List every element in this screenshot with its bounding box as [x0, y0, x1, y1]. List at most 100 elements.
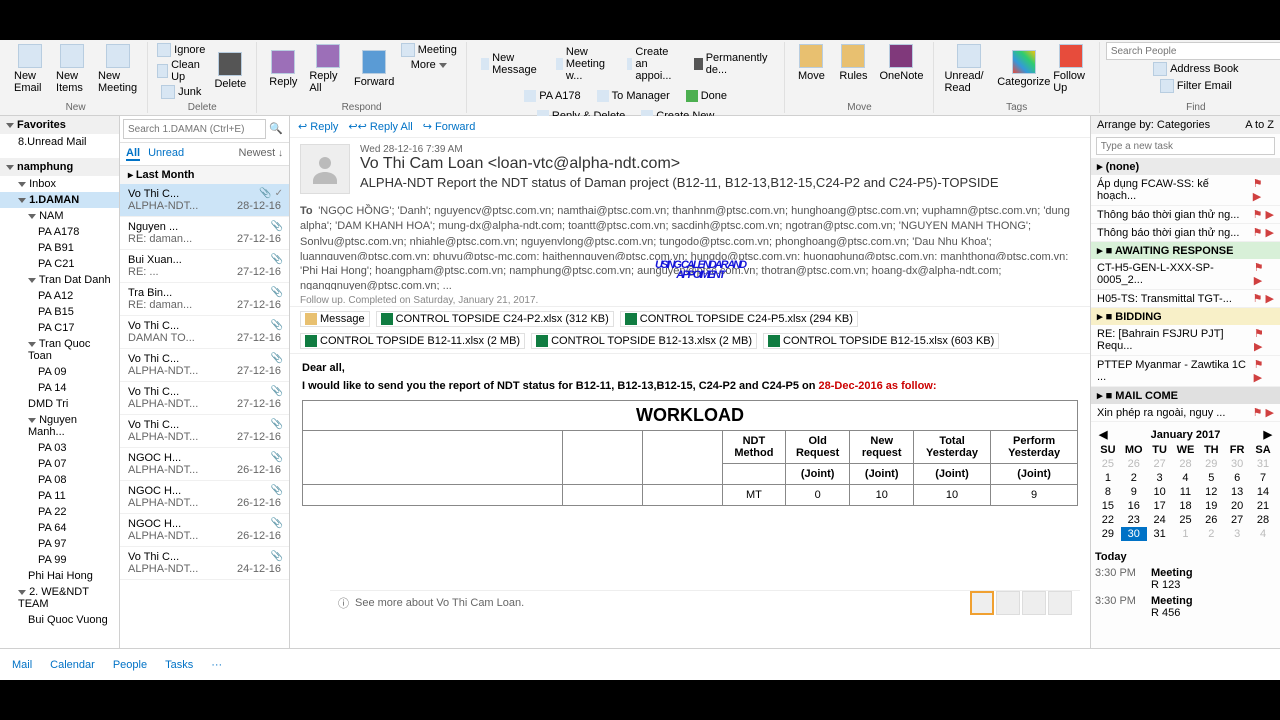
cal-day[interactable]: 17 [1147, 499, 1173, 513]
nav-folder[interactable]: PA 64 [0, 520, 119, 536]
cal-day[interactable]: 29 [1198, 457, 1224, 471]
attachment-item[interactable]: CONTROL TOPSIDE B12-13.xlsx (2 MB) [531, 333, 757, 349]
att-message[interactable]: Message [300, 311, 370, 327]
nav-folder[interactable]: PA 14 [0, 380, 119, 396]
cal-day[interactable]: 25 [1095, 457, 1121, 471]
nav-folder[interactable]: PA 09 [0, 364, 119, 380]
cal-next[interactable]: ▶ [1264, 428, 1272, 441]
task-item[interactable]: CT-H5-GEN-L-XXX-SP-0005_2...⚑ ▶ [1091, 259, 1280, 290]
nav-folder[interactable]: PA 22 [0, 504, 119, 520]
message-item[interactable]: Vo Thi C...DAMAN TO...27-12-16📎 [120, 316, 289, 349]
task-item[interactable]: Xin phép ra ngoài, nguy ...⚑ ▶ [1091, 404, 1280, 422]
task-item[interactable]: Áp dụng FCAW-SS: kế hoạch...⚑ ▶ [1091, 175, 1280, 206]
cal-day[interactable]: 2 [1121, 471, 1147, 485]
nav-tqt[interactable]: Tran Quoc Toan [0, 336, 119, 364]
task-item[interactable]: Thông báo thời gian thử ng...⚑ ▶ [1091, 224, 1280, 242]
unread-button[interactable]: Unread/ Read [940, 42, 998, 96]
cal-day[interactable]: 5 [1198, 471, 1224, 485]
cal-day[interactable]: 4 [1173, 471, 1199, 485]
cal-day[interactable]: 24 [1147, 513, 1173, 527]
new-email-button[interactable]: New Email [10, 42, 50, 96]
new-task-input[interactable] [1096, 137, 1276, 155]
cal-day[interactable]: 1 [1173, 527, 1199, 541]
nav-folder[interactable]: PA 08 [0, 472, 119, 488]
cal-day[interactable]: 25 [1173, 513, 1199, 527]
qs-new-meeting[interactable]: New Meeting w... [550, 44, 616, 84]
new-items-button[interactable]: New Items [52, 42, 92, 96]
cal-day[interactable]: 4 [1250, 527, 1276, 541]
cal-day[interactable]: 30 [1121, 527, 1147, 541]
reply-button[interactable]: Reply [263, 42, 303, 96]
nav-daman[interactable]: 1.DAMAN [0, 192, 119, 208]
see-more-link[interactable]: See more about Vo Thi Cam Loan. [355, 597, 524, 609]
junk-button[interactable]: Junk [154, 84, 208, 100]
cal-day[interactable]: 2 [1198, 527, 1224, 541]
nav-more[interactable]: ··· [211, 659, 222, 671]
nav-dmd[interactable]: DMD Tri [0, 396, 119, 412]
message-item[interactable]: Vo Thi C...ALPHA-NDT...24-12-16📎 [120, 547, 289, 580]
cal-day[interactable]: 11 [1173, 485, 1199, 499]
nav-folder[interactable]: PA B15 [0, 304, 119, 320]
rules-button[interactable]: Rules [833, 42, 873, 84]
message-item[interactable]: Vo Thi C...ALPHA-NDT...27-12-16📎 [120, 415, 289, 448]
qs-create-appointment[interactable]: Create an appoi... [621, 44, 684, 84]
nav-folder[interactable]: PA A178 [0, 224, 119, 240]
nav-wendt[interactable]: 2. WE&NDT TEAM [0, 584, 119, 612]
cal-day[interactable]: 22 [1095, 513, 1121, 527]
cleanup-button[interactable]: Clean Up [154, 58, 208, 84]
attachment-item[interactable]: CONTROL TOPSIDE B12-11.xlsx (2 MB) [300, 333, 525, 349]
task-item[interactable]: Thông báo thời gian thử ng...⚑ ▶ [1091, 206, 1280, 224]
cal-day[interactable]: 12 [1198, 485, 1224, 499]
mailbox-header[interactable]: namphung [0, 158, 119, 176]
cal-day[interactable]: 30 [1224, 457, 1250, 471]
search-folder-input[interactable] [123, 119, 266, 139]
cal-prev[interactable]: ◀ [1099, 428, 1107, 441]
cal-day[interactable]: 28 [1250, 513, 1276, 527]
cat-bidding[interactable]: ▸ ■ BIDDING [1091, 308, 1280, 325]
cal-day[interactable]: 26 [1198, 513, 1224, 527]
qs-to-manager[interactable]: To Manager [591, 88, 676, 104]
cal-day[interactable]: 29 [1095, 527, 1121, 541]
people-avatar[interactable] [1022, 591, 1046, 615]
cal-day[interactable]: 26 [1121, 457, 1147, 471]
cal-day[interactable]: 20 [1224, 499, 1250, 513]
sort-newest[interactable]: Newest ↓ [239, 147, 283, 161]
ignore-button[interactable]: Ignore [154, 42, 208, 58]
nav-inbox[interactable]: Inbox [0, 176, 119, 192]
nav-unread-mail[interactable]: 8.Unread Mail [0, 134, 119, 150]
read-reply-all[interactable]: ↩↩ Reply All [348, 120, 412, 133]
cal-day[interactable]: 27 [1224, 513, 1250, 527]
cal-day[interactable]: 31 [1250, 457, 1276, 471]
nav-folder[interactable]: PA 97 [0, 536, 119, 552]
delete-button[interactable]: Delete [210, 42, 250, 100]
attachment-item[interactable]: CONTROL TOPSIDE C24-P5.xlsx (294 KB) [620, 311, 858, 327]
nav-tdd[interactable]: Tran Dat Danh [0, 272, 119, 288]
cal-day[interactable]: 19 [1198, 499, 1224, 513]
message-item[interactable]: Nguyen ...RE: daman...27-12-16📎 [120, 217, 289, 250]
message-item[interactable]: Vo Thi C...ALPHA-NDT...27-12-16📎 [120, 349, 289, 382]
followup-button[interactable]: Follow Up [1049, 42, 1093, 96]
people-avatar[interactable] [970, 591, 994, 615]
categorize-button[interactable]: Categorize [1000, 42, 1047, 96]
people-avatar[interactable] [1048, 591, 1072, 615]
cat-awaiting[interactable]: ▸ ■ AWAITING RESPONSE [1091, 242, 1280, 259]
tab-unread[interactable]: Unread [148, 147, 184, 161]
nav-folder[interactable]: PA A12 [0, 288, 119, 304]
nav-folder[interactable]: PA B91 [0, 240, 119, 256]
cal-day[interactable]: 13 [1224, 485, 1250, 499]
address-book-button[interactable]: Address Book [1106, 61, 1280, 77]
tab-all[interactable]: All [126, 147, 140, 161]
nav-phh[interactable]: Phi Hai Hong [0, 568, 119, 584]
task-item[interactable]: RE: [Bahrain FSJRU PJT] Requ...⚑ ▶ [1091, 325, 1280, 356]
read-reply[interactable]: ↩ Reply [298, 120, 338, 133]
cal-day[interactable]: 3 [1147, 471, 1173, 485]
nav-mail[interactable]: Mail [12, 659, 32, 671]
message-item[interactable]: Bui Xuan...RE: ...27-12-16📎 [120, 250, 289, 283]
favorites-header[interactable]: Favorites [0, 116, 119, 134]
arrange-by[interactable]: Arrange by: Categories [1097, 119, 1210, 131]
nav-folder[interactable]: PA C17 [0, 320, 119, 336]
message-item[interactable]: NGOC H...ALPHA-NDT...26-12-16📎 [120, 448, 289, 481]
message-item[interactable]: NGOC H...ALPHA-NDT...26-12-16📎 [120, 514, 289, 547]
task-item[interactable]: PTTEP Myanmar - Zawtika 1C ...⚑ ▶ [1091, 356, 1280, 387]
people-avatar[interactable] [996, 591, 1020, 615]
